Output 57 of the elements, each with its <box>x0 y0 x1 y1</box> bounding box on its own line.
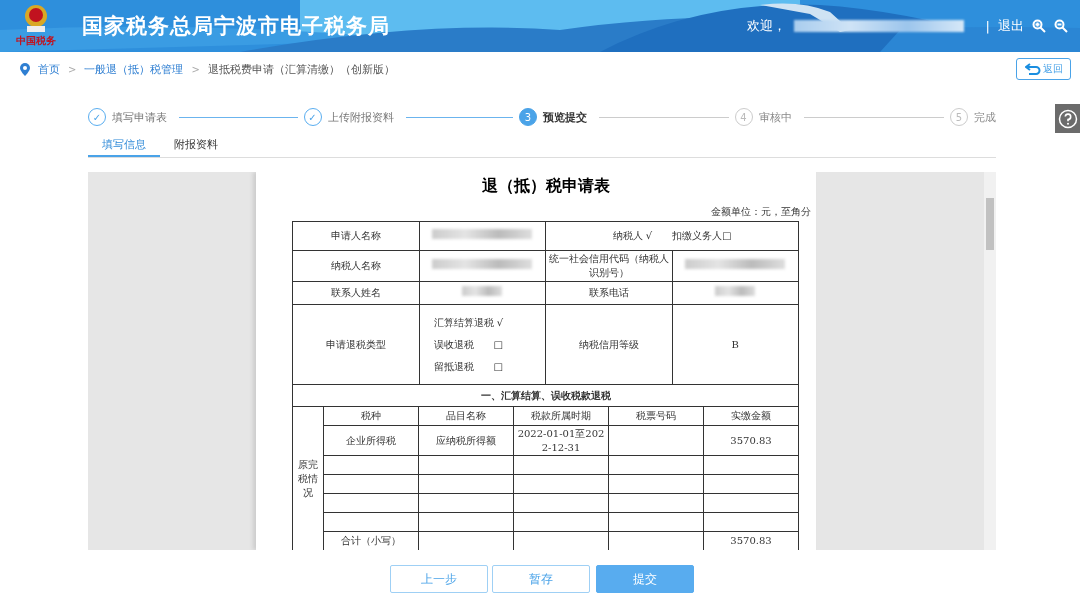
step-marker: 3 <box>519 108 537 126</box>
welcome-text: 欢迎， <box>746 17 786 35</box>
step-label: 填写申请表 <box>112 109 167 125</box>
document-title: 退（抵）税申请表 <box>480 176 611 197</box>
table-cell: 统一社会信用代码（纳税人识别号） <box>545 250 672 282</box>
divider-text: | <box>985 18 990 34</box>
refund-type-option: 汇算结算退税 √ <box>433 315 543 330</box>
scrollbar[interactable] <box>984 172 996 550</box>
step-marker: 4 <box>734 108 753 126</box>
table-cell: 应纳税所得额 <box>418 425 514 456</box>
back-button[interactable]: 返回 <box>1016 58 1071 80</box>
table-cell: 申请退税类型 <box>292 304 419 385</box>
table-cell: 企业所得税 <box>323 425 419 456</box>
step-marker: 5 <box>950 108 968 126</box>
step-marker: ✓ <box>303 108 322 126</box>
table-cell: B <box>672 304 799 385</box>
column-header: 税种 <box>323 406 419 426</box>
tab[interactable]: 附报资料 <box>160 135 232 157</box>
help-button[interactable] <box>1055 104 1080 133</box>
step-label: 上传附报资料 <box>327 109 394 125</box>
refund-type-option: 误收退税 □ <box>433 337 543 352</box>
breadcrumb-link[interactable]: 首页 <box>38 61 60 77</box>
table-cell: 3570.83 <box>703 425 799 456</box>
table-cell: 纳税人名称 <box>292 250 419 282</box>
table-cell: 申请人名称 <box>292 221 419 251</box>
location-pin-icon <box>20 62 30 76</box>
step-label: 预览提交 <box>543 109 587 125</box>
step-marker: ✓ <box>88 108 106 126</box>
action-button[interactable]: 提交 <box>596 565 694 593</box>
table-cell: 联系电话 <box>545 281 672 305</box>
column-header: 实缴金额 <box>703 406 799 426</box>
logout-link[interactable]: 退出 <box>998 17 1024 35</box>
action-button[interactable]: 上一步 <box>390 565 488 593</box>
column-header: 税款所属时期 <box>513 406 609 426</box>
section-heading: 一、汇算结算、误收税款退税 <box>292 384 799 407</box>
table-cell: 纳税人 √ 扣缴义务人□ <box>545 221 799 251</box>
table-cell: 联系人姓名 <box>292 281 419 305</box>
zoom-in-icon[interactable] <box>1032 19 1046 33</box>
site-title: 国家税务总局宁波市电子税务局 <box>82 13 390 40</box>
help-icon <box>1057 108 1078 129</box>
table-cell: 原完税情况 <box>292 406 324 550</box>
return-arrow-icon <box>1024 63 1041 75</box>
refund-type-option: 留抵退税 □ <box>433 359 543 374</box>
unit-note: 金额单位：元，至角分 <box>710 205 811 219</box>
action-button[interactable]: 暂存 <box>492 565 590 593</box>
column-header: 品目名称 <box>418 406 514 426</box>
step-label: 完成 <box>974 109 996 125</box>
breadcrumb-separator: > <box>191 63 200 75</box>
logo-caption: 中国税务 <box>16 34 56 48</box>
step-label: 审核中 <box>758 109 792 125</box>
zoom-out-icon[interactable] <box>1054 19 1068 33</box>
table-cell: 2022-01-01至2022-12-31 <box>513 425 609 456</box>
column-header: 税票号码 <box>608 406 704 426</box>
breadcrumb-separator: > <box>68 63 77 75</box>
breadcrumb-link[interactable]: 一般退（抵）税管理 <box>84 61 184 77</box>
table-cell: 纳税信用等级 <box>545 304 672 385</box>
tab[interactable]: 填写信息 <box>88 135 160 157</box>
